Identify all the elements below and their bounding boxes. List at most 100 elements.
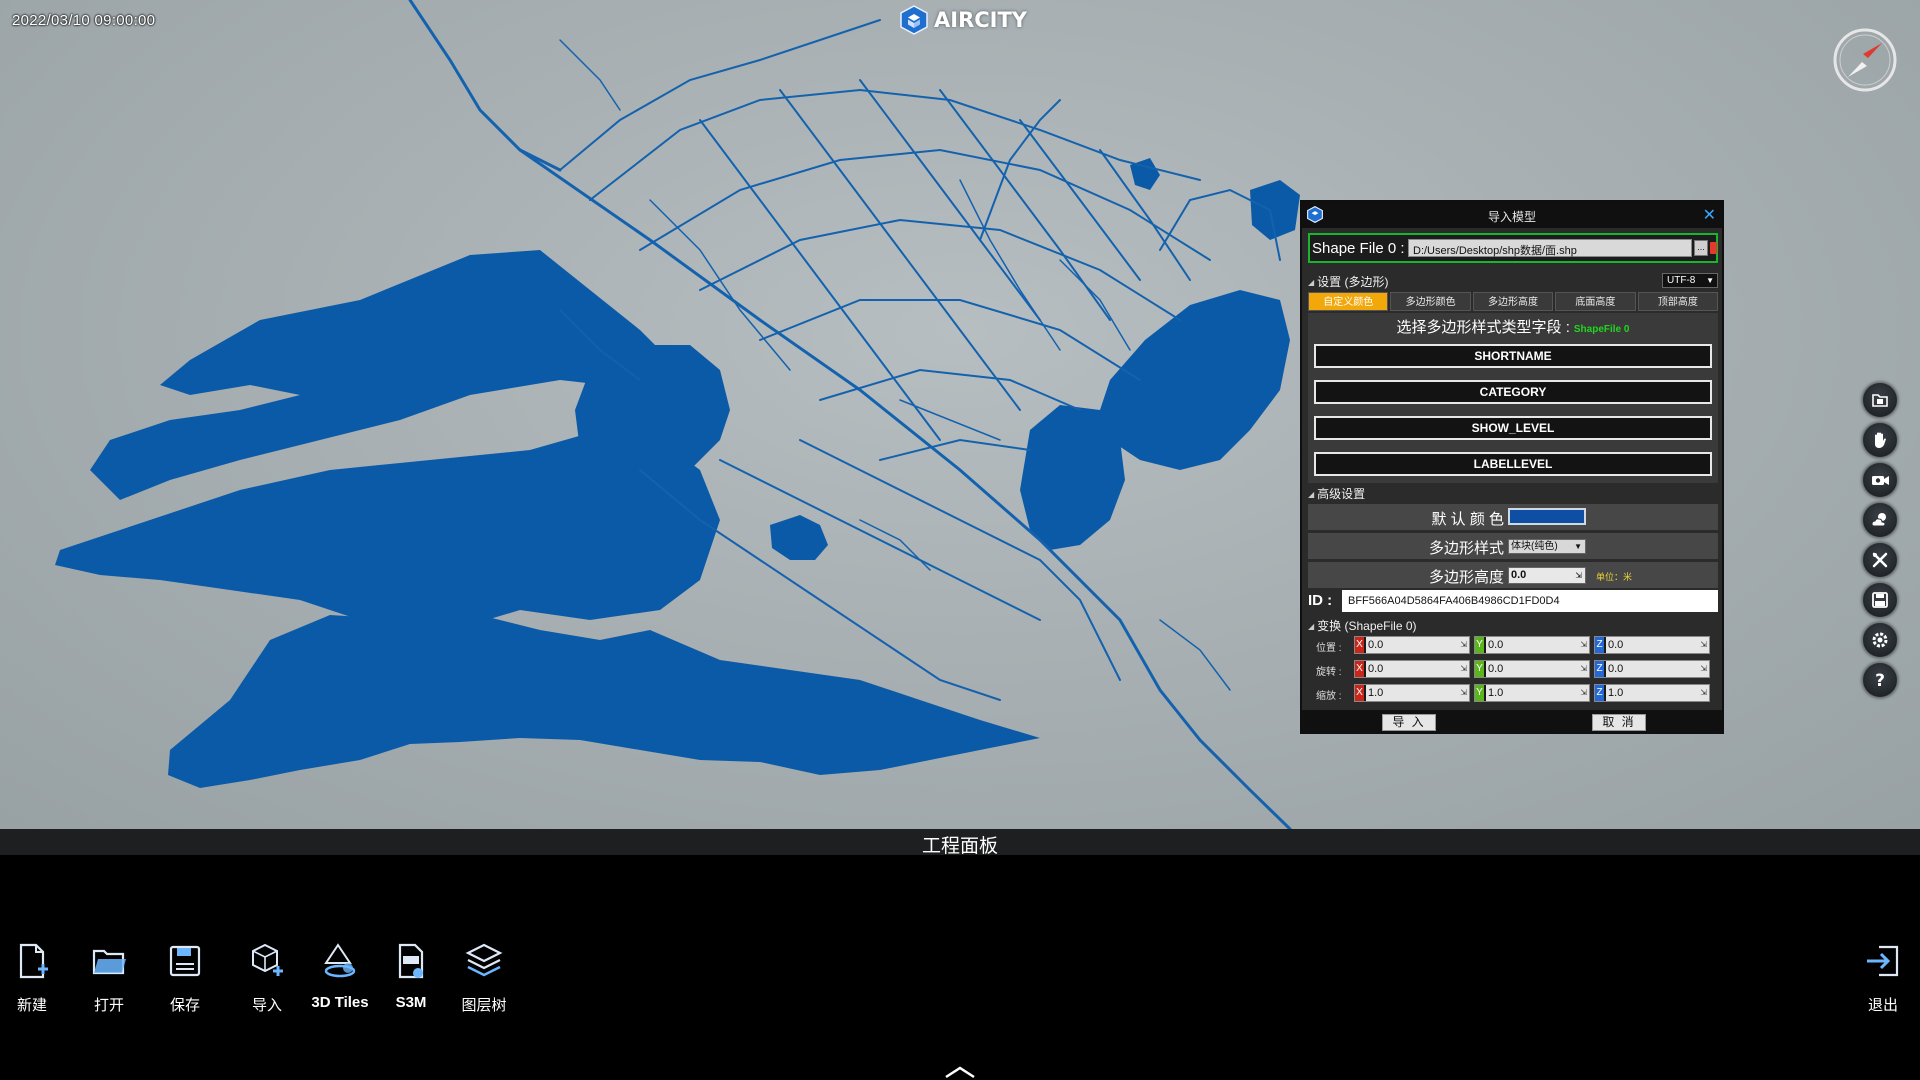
- id-input[interactable]: BFF566A04D5864FA406B4986CD1FD0D4: [1342, 590, 1718, 612]
- tab-custom-color[interactable]: 自定义颜色: [1308, 292, 1389, 311]
- tab-polygon-height[interactable]: 多边形高度: [1472, 292, 1554, 311]
- transform-section-title: 变换 (ShapeFile 0): [1317, 619, 1417, 633]
- water-body-lower-lobe: [168, 615, 1040, 788]
- right-toolbar: ?: [1862, 382, 1898, 702]
- water-body-east-lake: [1020, 405, 1125, 550]
- rotation-z-value: 0.0: [1608, 663, 1624, 675]
- default-color-swatch[interactable]: [1508, 508, 1586, 525]
- field-shortname-button[interactable]: SHORTNAME: [1314, 344, 1712, 368]
- axis-y-label: Y: [1475, 637, 1484, 653]
- rotation-x-field[interactable]: X 0.0 ⇲: [1354, 660, 1470, 678]
- camera-button[interactable]: [1862, 462, 1898, 498]
- help-button[interactable]: ?: [1862, 662, 1898, 698]
- shapefile-path-input[interactable]: D:/Users/Desktop/shp数据/面.shp: [1408, 239, 1692, 257]
- axis-x-label: X: [1355, 661, 1364, 677]
- new-label: 新建: [16, 997, 47, 1014]
- rotation-label: 旋转 :: [1316, 667, 1342, 678]
- new-button[interactable]: 新建: [0, 939, 67, 1015]
- style-source-label: ShapeFile 0: [1573, 324, 1630, 335]
- dialog-title: 导入模型: [1487, 210, 1536, 224]
- import-tool-button[interactable]: 导入: [232, 939, 302, 1015]
- s3m-button[interactable]: S3M: [376, 939, 446, 1011]
- record-button[interactable]: [1862, 582, 1898, 618]
- position-y-field[interactable]: Y 0.0 ⇲: [1474, 636, 1590, 654]
- water-body-east: [1100, 290, 1290, 470]
- 3d-tiles-button[interactable]: 3D Tiles: [305, 939, 375, 1011]
- id-row: ID : BFF566A04D5864FA406B4986CD1FD0D4: [1308, 590, 1718, 612]
- tools-button[interactable]: [1862, 542, 1898, 578]
- shapefile-row: Shape File 0 : D:/Users/Desktop/shp数据/面.…: [1308, 233, 1718, 263]
- settings-button[interactable]: [1862, 622, 1898, 658]
- rotation-y-field[interactable]: Y 0.0 ⇲: [1474, 660, 1590, 678]
- drag-handle-icon: ⇲: [1460, 688, 1467, 697]
- save-button[interactable]: 保存: [150, 939, 220, 1015]
- drag-handle-icon: ⇲: [1460, 640, 1467, 649]
- style-field-prompt: 选择多边形样式类型字段 : ShapeFile 0: [1308, 316, 1718, 337]
- help-icon: ?: [1875, 671, 1885, 691]
- browse-button[interactable]: ...: [1694, 240, 1708, 256]
- scale-x-value: 1.0: [1368, 687, 1384, 699]
- hand-icon: [1875, 432, 1886, 448]
- scale-z-field[interactable]: Z 1.0 ⇲: [1594, 684, 1710, 702]
- s3m-icon: [398, 943, 424, 979]
- scale-x-field[interactable]: X 1.0 ⇲: [1354, 684, 1470, 702]
- scale-label: 缩放 :: [1316, 691, 1342, 702]
- chevron-up-icon[interactable]: [944, 1065, 976, 1079]
- transform-rotation-row: 旋转 : X 0.0 ⇲ Y 0.0 ⇲ Z 0.0 ⇲: [1308, 659, 1718, 679]
- pan-button[interactable]: [1862, 422, 1898, 458]
- transform-section-header[interactable]: ◢ 变换 (ShapeFile 0): [1308, 617, 1718, 635]
- field-labellevel-button[interactable]: LABELLEVEL: [1314, 452, 1712, 476]
- style-tabs: 自定义颜色 多边形颜色 多边形高度 底面高度 顶部高度: [1308, 292, 1719, 311]
- map-viewport[interactable]: 2022/03/10 09:00:00 AIRCITY ? 导入模型 ✕ Sha…: [0, 0, 1920, 829]
- drag-handle-icon: ⇲: [1700, 640, 1707, 649]
- close-icon[interactable]: ✕: [1703, 205, 1716, 225]
- project-panel-title: 工程面板: [921, 836, 998, 857]
- polygon-style-select[interactable]: 体块(纯色) ▼: [1508, 539, 1586, 554]
- compass-icon[interactable]: [1832, 27, 1898, 93]
- exit-button[interactable]: 退出: [1848, 939, 1918, 1015]
- dropdown-arrow-icon: ▼: [1706, 276, 1714, 285]
- import-button[interactable]: 导 入: [1382, 714, 1436, 731]
- delete-icon[interactable]: [1710, 242, 1717, 254]
- tab-base-height[interactable]: 底面高度: [1555, 292, 1636, 311]
- field-show-level-button[interactable]: SHOW_LEVEL: [1314, 416, 1712, 440]
- settings-section-title: 设置 (多边形): [1317, 275, 1389, 289]
- cancel-button[interactable]: 取 消: [1592, 714, 1646, 731]
- position-z-field[interactable]: Z 0.0 ⇲: [1594, 636, 1710, 654]
- layer-tree-button[interactable]: 图层树: [449, 939, 519, 1015]
- polygon-height-row: 多边形高度 0.0 ⇲ 单位：米: [1308, 562, 1718, 588]
- weather-icon: [1871, 513, 1886, 527]
- default-color-label: 默 认 颜 色: [1431, 511, 1504, 528]
- import-model-icon: [252, 943, 283, 976]
- advanced-section-title: 高级设置: [1317, 487, 1366, 501]
- unit-note: 单位：米: [1596, 572, 1633, 582]
- polygon-height-value: 0.0: [1511, 569, 1527, 581]
- folder-button[interactable]: [1862, 382, 1898, 418]
- scale-y-value: 1.0: [1488, 687, 1504, 699]
- weather-button[interactable]: [1862, 502, 1898, 538]
- position-x-field[interactable]: X 0.0 ⇲: [1354, 636, 1470, 654]
- project-panel: 工程面板 新建 打开 保存 导入 3D Tiles S3M 图层树 退出: [0, 829, 1920, 1080]
- polygon-style-row: 多边形样式 体块(纯色) ▼: [1308, 533, 1718, 559]
- open-button[interactable]: 打开: [74, 939, 144, 1015]
- tab-top-height[interactable]: 顶部高度: [1637, 292, 1719, 311]
- tab-polygon-color[interactable]: 多边形颜色: [1390, 292, 1471, 311]
- scale-y-field[interactable]: Y 1.0 ⇲: [1474, 684, 1590, 702]
- dialog-titlebar[interactable]: 导入模型 ✕: [1302, 202, 1722, 228]
- shapefile-label: Shape File 0 :: [1312, 240, 1405, 257]
- brand-name: AIRCITY: [934, 8, 1027, 32]
- settings-icon: [1872, 632, 1888, 648]
- scale-z-value: 1.0: [1608, 687, 1624, 699]
- field-category-button[interactable]: CATEGORY: [1314, 380, 1712, 404]
- save-label: 保存: [169, 997, 200, 1014]
- settings-section-header[interactable]: ◢ 设置 (多边形): [1308, 273, 1718, 291]
- rotation-z-field[interactable]: Z 0.0 ⇲: [1594, 660, 1710, 678]
- svg-text:?: ?: [1875, 671, 1885, 691]
- axis-y-label: Y: [1475, 661, 1484, 677]
- polygon-height-input[interactable]: 0.0 ⇲: [1508, 567, 1586, 584]
- water-body-pond: [770, 515, 828, 560]
- transform-position-row: 位置 : X 0.0 ⇲ Y 0.0 ⇲ Z 0.0 ⇲: [1308, 635, 1718, 655]
- encoding-select[interactable]: UTF-8 ▼: [1662, 273, 1718, 288]
- advanced-section-header[interactable]: ◢ 高级设置: [1308, 485, 1718, 503]
- drag-handle-icon: ⇲: [1460, 664, 1467, 673]
